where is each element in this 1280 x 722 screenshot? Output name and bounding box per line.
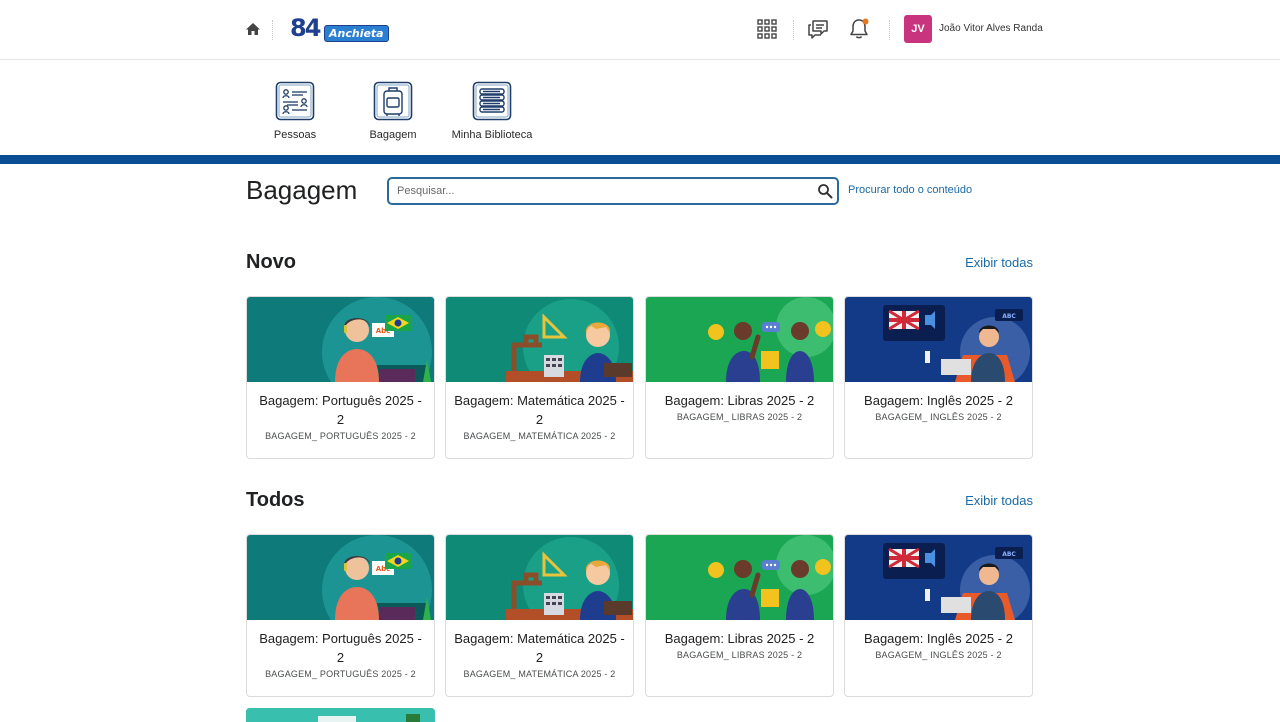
user-name[interactable]: João Vitor Alves Randa bbox=[939, 23, 1043, 34]
section-title-novo: Novo bbox=[246, 251, 296, 273]
course-card-partial[interactable] bbox=[246, 708, 435, 722]
course-thumbnail-libras bbox=[646, 297, 833, 382]
course-thumbnail-matematica bbox=[446, 535, 633, 620]
course-thumbnail-libras bbox=[646, 535, 833, 620]
divider bbox=[272, 20, 273, 40]
course-code: BAGAGEM_ MATEMÁTICA 2025 - 2 bbox=[463, 431, 616, 441]
divider bbox=[889, 20, 890, 40]
messages-icon[interactable] bbox=[806, 17, 830, 41]
page-title: Bagagem bbox=[246, 175, 358, 205]
course-code: BAGAGEM_ PORTUGUÊS 2025 - 2 bbox=[265, 431, 416, 441]
course-thumbnail-ingles: ABC bbox=[845, 535, 1032, 620]
apps-grid-icon[interactable] bbox=[755, 17, 779, 41]
course-title: Bagagem: Português 2025 - 2 bbox=[259, 631, 422, 665]
course-card-portugues[interactable]: Abc Bagagem: Português 2025 - 2 BAGAGEM_… bbox=[246, 534, 435, 697]
course-thumbnail-ingles: ABC bbox=[845, 297, 1032, 382]
course-code: BAGAGEM_ LIBRAS 2025 - 2 bbox=[676, 650, 803, 660]
course-title: Bagagem: Matemática 2025 - 2 bbox=[454, 393, 625, 427]
course-card-libras[interactable]: Bagagem: Libras 2025 - 2 BAGAGEM_ LIBRAS… bbox=[645, 534, 834, 697]
course-title: Bagagem: Libras 2025 - 2 bbox=[664, 631, 815, 646]
nav-item-pessoas[interactable]: Pessoas bbox=[245, 81, 345, 141]
nav-item-label: Pessoas bbox=[273, 129, 317, 141]
search-icon[interactable] bbox=[817, 183, 833, 199]
home-icon[interactable] bbox=[244, 20, 262, 38]
notifications-bell-icon[interactable] bbox=[847, 17, 871, 41]
people-list-icon bbox=[275, 81, 315, 121]
course-navbar: Pessoas Bagagem Minha Biblioteca bbox=[0, 61, 1280, 155]
course-card-libras[interactable]: Bagagem: Libras 2025 - 2 BAGAGEM_ LIBRAS… bbox=[645, 296, 834, 459]
course-code: BAGAGEM_ INGLÊS 2025 - 2 bbox=[875, 650, 1002, 660]
course-banner-bar bbox=[0, 155, 1280, 164]
nav-item-minha-biblioteca[interactable]: Minha Biblioteca bbox=[442, 81, 542, 141]
logo-brand: Anchieta bbox=[324, 25, 389, 42]
section-title-todos: Todos bbox=[246, 489, 305, 511]
view-all-link[interactable]: Exibir todas bbox=[965, 255, 1033, 270]
user-avatar[interactable]: JV bbox=[904, 15, 932, 43]
course-card-ingles[interactable]: ABC Bagagem: Inglês 2025 - 2 BAGAGEM_ IN… bbox=[844, 534, 1033, 697]
nav-item-label: Bagagem bbox=[369, 129, 417, 141]
course-thumbnail-portugues: Abc bbox=[247, 535, 434, 620]
svg-text:ABC: ABC bbox=[1002, 313, 1016, 320]
course-title: Bagagem: Português 2025 - 2 bbox=[259, 393, 422, 427]
nav-item-label: Minha Biblioteca bbox=[451, 129, 533, 141]
course-thumbnail-portugues: Abc bbox=[247, 297, 434, 382]
course-code: BAGAGEM_ LIBRAS 2025 - 2 bbox=[676, 412, 803, 422]
nav-item-bagagem[interactable]: Bagagem bbox=[343, 81, 443, 141]
course-title: Bagagem: Matemática 2025 - 2 bbox=[454, 631, 625, 665]
course-code: BAGAGEM_ MATEMÁTICA 2025 - 2 bbox=[463, 669, 616, 679]
course-title: Bagagem: Libras 2025 - 2 bbox=[664, 393, 815, 408]
divider bbox=[793, 20, 794, 40]
course-thumbnail-matematica bbox=[446, 297, 633, 382]
course-code: BAGAGEM_ INGLÊS 2025 - 2 bbox=[875, 412, 1002, 422]
course-card-matematica[interactable]: Bagagem: Matemática 2025 - 2 BAGAGEM_ MA… bbox=[445, 296, 634, 459]
view-all-link[interactable]: Exibir todas bbox=[965, 493, 1033, 508]
course-card-matematica[interactable]: Bagagem: Matemática 2025 - 2 BAGAGEM_ MA… bbox=[445, 534, 634, 697]
top-header: 84 Anchieta JV João Vitor Alves Randa bbox=[0, 0, 1280, 60]
logo-number: 84 bbox=[290, 14, 321, 42]
school-logo[interactable]: 84 Anchieta bbox=[290, 14, 389, 44]
search-input[interactable] bbox=[397, 182, 807, 200]
svg-text:ABC: ABC bbox=[1002, 551, 1016, 558]
search-all-content-link[interactable]: Procurar todo o conteúdo bbox=[848, 184, 972, 196]
luggage-icon bbox=[373, 81, 413, 121]
course-title: Bagagem: Inglês 2025 - 2 bbox=[864, 393, 1013, 408]
course-thumbnail-partial bbox=[246, 708, 435, 722]
course-card-portugues[interactable]: Abc Bagagem: Português 2025 - 2 BAGAGEM_… bbox=[246, 296, 435, 459]
books-icon bbox=[472, 81, 512, 121]
course-card-ingles[interactable]: ABC Bagagem: Inglês 2025 - 2 BAGAGEM_ IN… bbox=[844, 296, 1033, 459]
search-box bbox=[387, 177, 839, 205]
course-title: Bagagem: Inglês 2025 - 2 bbox=[864, 631, 1013, 646]
course-code: BAGAGEM_ PORTUGUÊS 2025 - 2 bbox=[265, 669, 416, 679]
